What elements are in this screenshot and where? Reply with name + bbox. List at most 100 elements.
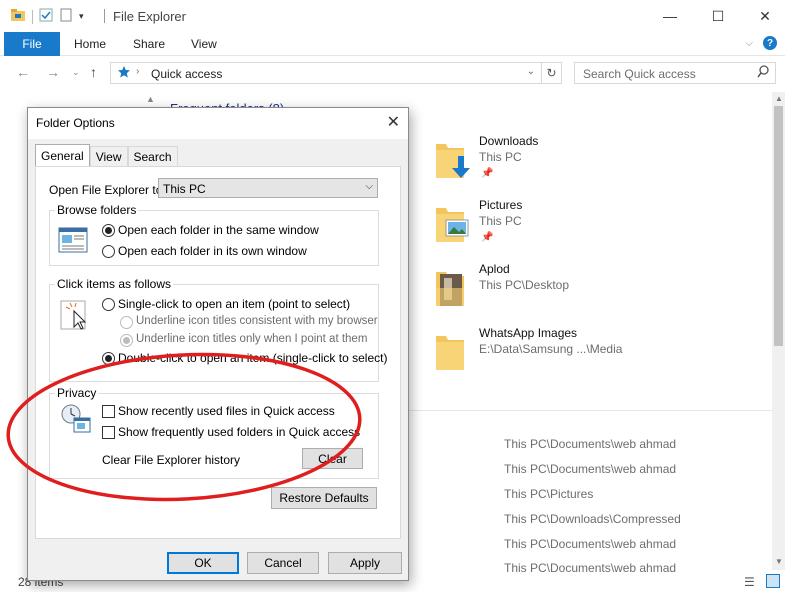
list-item[interactable]: Downloads This PC 📌 xyxy=(430,134,760,194)
close-icon[interactable]: ✕ xyxy=(742,0,785,32)
breadcrumb-chevron-icon: › xyxy=(136,66,140,77)
recent-locations-icon[interactable]: ⌄ xyxy=(72,67,80,78)
single-click-radio[interactable] xyxy=(102,298,115,311)
clear-history-button[interactable]: Clear xyxy=(302,448,363,469)
maximize-icon[interactable]: ☐ xyxy=(695,0,741,32)
restore-defaults-button[interactable]: Restore Defaults xyxy=(271,487,377,509)
chevron-down-icon: ⌵ xyxy=(365,181,373,192)
address-text: Quick access xyxy=(151,67,223,81)
scrollbar-thumb[interactable] xyxy=(774,106,783,346)
new-folder-icon[interactable] xyxy=(59,8,73,25)
ok-button[interactable]: OK xyxy=(167,552,239,574)
privacy-group: Privacy Show recently used files in Quic… xyxy=(49,386,379,479)
scroll-up-icon[interactable]: ▲ xyxy=(775,94,783,103)
ribbon-tabs: File Home Share View ⌵ ? xyxy=(0,32,785,56)
browse-window-icon xyxy=(58,227,88,256)
general-tab-panel: Open File Explorer to: This PC ⌵ Browse … xyxy=(35,166,401,539)
open-explorer-label: Open File Explorer to: xyxy=(49,183,166,197)
folder-path: This PC xyxy=(479,150,522,164)
click-items-group: Click items as follows Single-click to o… xyxy=(49,277,387,382)
tab-view[interactable]: View xyxy=(89,146,128,166)
tab-view[interactable]: View xyxy=(191,37,217,51)
folder-path: This PC\Desktop xyxy=(479,278,570,292)
underline-browser-radio xyxy=(120,316,133,329)
pictures-folder-icon xyxy=(434,202,469,242)
recent-file-path[interactable]: This PC\Documents\web ahmad xyxy=(504,462,676,476)
frequent-folders-label[interactable]: Show frequently used folders in Quick ac… xyxy=(118,425,360,439)
browse-same-window-label[interactable]: Open each folder in the same window xyxy=(118,223,319,237)
recent-file-path[interactable]: This PC\Documents\web ahmad xyxy=(504,437,676,451)
dialog-close-icon[interactable]: ✕ xyxy=(387,112,400,132)
single-click-label[interactable]: Single-click to open an item (point to s… xyxy=(118,297,350,311)
search-placeholder: Search Quick access xyxy=(583,67,696,81)
minimize-icon[interactable]: — xyxy=(647,0,693,32)
window-title: File Explorer xyxy=(113,9,186,24)
tab-search[interactable]: Search xyxy=(127,146,178,166)
tab-home[interactable]: Home xyxy=(74,37,106,51)
dialog-title-bar: Folder Options ✕ xyxy=(28,108,408,139)
frequent-folders-checkbox[interactable] xyxy=(102,426,115,439)
underline-point-radio xyxy=(120,334,133,347)
folder-name: WhatsApp Images xyxy=(479,326,578,340)
folder-path: This PC xyxy=(479,214,522,228)
aplod-folder-icon xyxy=(434,266,464,306)
back-icon[interactable]: ← xyxy=(16,64,30,80)
browse-folders-group: Browse folders Open each folder in the s… xyxy=(49,203,379,266)
tab-general[interactable]: General xyxy=(35,144,90,166)
customize-toolbar-icon[interactable]: ▾ xyxy=(79,11,84,22)
list-item[interactable]: WhatsApp Images E:\Data\Samsung ...\Medi… xyxy=(430,326,760,386)
pin-icon: 📌 xyxy=(481,168,494,179)
recent-file-path[interactable]: This PC\Downloads\Compressed xyxy=(504,512,681,526)
scroll-down-icon[interactable]: ▼ xyxy=(775,557,783,566)
recent-files-label[interactable]: Show recently used files in Quick access xyxy=(118,404,335,418)
title-bar: ▾ File Explorer — ☐ ✕ xyxy=(0,0,785,32)
browse-own-window-label[interactable]: Open each folder in its own window xyxy=(118,244,307,258)
nav-pane-scroll-up-icon[interactable]: ▲ xyxy=(146,94,155,104)
clear-history-label: Clear File Explorer history xyxy=(102,453,241,467)
dialog-tabs: General View Search xyxy=(35,144,178,166)
list-item[interactable]: Aplod This PC\Desktop xyxy=(430,262,760,322)
forward-icon[interactable]: → xyxy=(46,64,60,80)
explorer-app-icon xyxy=(10,8,26,25)
underline-point-label: Underline icon titles only when I point … xyxy=(136,333,368,345)
folder-options-dialog: Folder Options ✕ General View Search Ope… xyxy=(27,107,409,581)
double-click-label[interactable]: Double-click to open an item (single-cli… xyxy=(118,351,387,365)
open-explorer-value: This PC xyxy=(163,182,206,196)
folder-name: Downloads xyxy=(479,134,539,148)
up-icon[interactable]: ↑ xyxy=(90,64,97,80)
details-view-icon[interactable]: ☰ xyxy=(744,575,755,589)
whatsapp-folder-icon xyxy=(434,330,464,370)
search-input[interactable]: Search Quick access xyxy=(574,62,776,84)
expand-ribbon-icon[interactable]: ⌵ xyxy=(745,38,753,49)
cancel-button[interactable]: Cancel xyxy=(247,552,319,574)
tab-share[interactable]: Share xyxy=(133,37,165,51)
large-icons-view-icon[interactable] xyxy=(766,574,780,588)
recent-files-checkbox[interactable] xyxy=(102,405,115,418)
privacy-label: Privacy xyxy=(55,386,99,400)
navigation-bar: ← → ⌄ ↑ › Quick access ⌄ ↻ Search Quick … xyxy=(0,60,785,86)
recent-file-path[interactable]: This PC\Documents\web ahmad xyxy=(504,561,676,572)
search-icon xyxy=(757,65,769,82)
file-explorer-window: ▾ File Explorer — ☐ ✕ File Home Share Vi… xyxy=(0,0,785,592)
vertical-scrollbar[interactable]: ▲ ▼ xyxy=(772,92,785,570)
recent-file-path[interactable]: This PC\Documents\web ahmad xyxy=(504,537,676,551)
list-item[interactable]: Pictures This PC 📌 xyxy=(430,198,760,258)
browse-own-window-radio[interactable] xyxy=(102,245,115,258)
open-explorer-select[interactable]: This PC ⌵ xyxy=(158,178,378,198)
address-bar[interactable]: › Quick access ⌄ ↻ xyxy=(110,62,562,84)
address-dropdown-icon[interactable]: ⌄ xyxy=(527,66,535,77)
help-icon[interactable]: ? xyxy=(763,36,777,50)
downloads-folder-icon xyxy=(434,138,470,178)
pin-icon: 📌 xyxy=(481,232,494,243)
apply-button[interactable]: Apply xyxy=(328,552,402,574)
quick-access-star-icon xyxy=(117,65,131,82)
pointer-click-icon xyxy=(60,297,90,334)
tab-file[interactable]: File xyxy=(4,32,60,56)
dialog-title: Folder Options xyxy=(36,116,115,130)
refresh-icon[interactable]: ↻ xyxy=(541,63,561,83)
properties-icon[interactable] xyxy=(39,8,53,25)
browse-same-window-radio[interactable] xyxy=(102,224,115,237)
double-click-radio[interactable] xyxy=(102,352,115,365)
privacy-clock-icon xyxy=(60,404,92,437)
recent-file-path[interactable]: This PC\Pictures xyxy=(504,487,593,501)
